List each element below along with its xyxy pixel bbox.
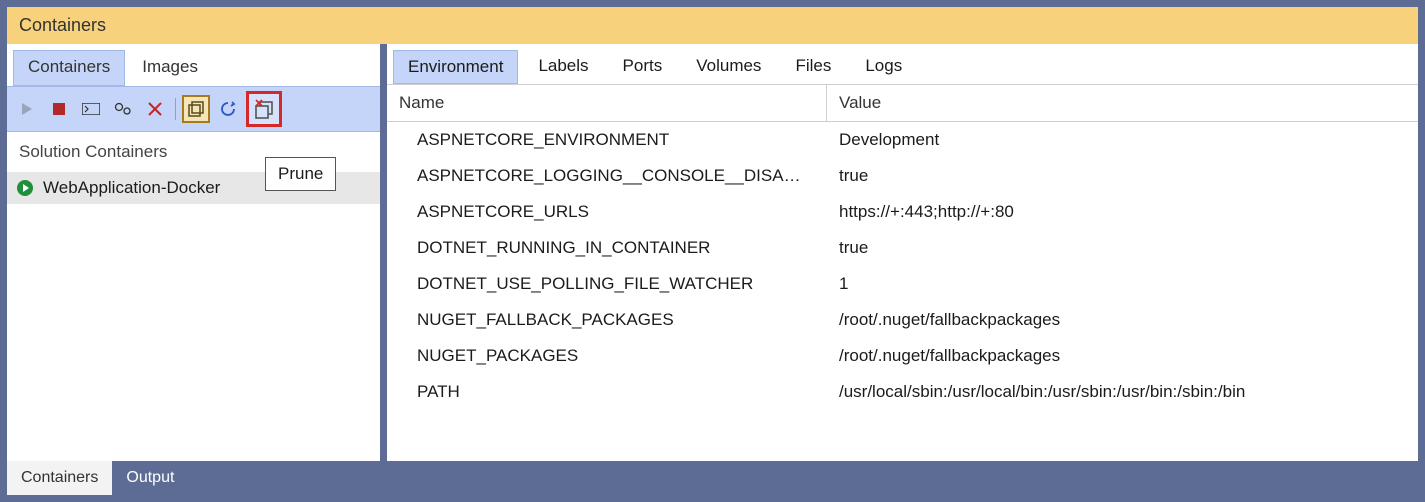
refresh-button[interactable] (214, 95, 242, 123)
env-name: NUGET_PACKAGES (387, 338, 827, 374)
table-row[interactable]: DOTNET_USE_POLLING_FILE_WATCHER1 (387, 266, 1418, 302)
terminal-icon (82, 103, 100, 115)
window-title: Containers (7, 7, 1418, 44)
env-value: /usr/local/sbin:/usr/local/bin:/usr/sbin… (827, 374, 1418, 410)
table-body: ASPNETCORE_ENVIRONMENTDevelopment ASPNET… (387, 122, 1418, 410)
tab-images[interactable]: Images (127, 50, 213, 86)
left-pane: Containers Images (7, 44, 387, 461)
tab-label: Environment (408, 57, 503, 76)
toolbar (7, 86, 380, 132)
stacked-containers-icon (187, 100, 205, 118)
start-button[interactable] (13, 95, 41, 123)
settings-button[interactable] (109, 95, 137, 123)
column-header-value[interactable]: Value (827, 85, 1418, 121)
table-row[interactable]: NUGET_PACKAGES/root/.nuget/fallbackpacka… (387, 338, 1418, 374)
env-name: ASPNETCORE_ENVIRONMENT (387, 122, 827, 158)
tab-label: Labels (538, 56, 588, 75)
remove-button[interactable] (141, 95, 169, 123)
env-value: 1 (827, 266, 1418, 302)
tab-label: Files (795, 56, 831, 75)
env-value: true (827, 158, 1418, 194)
table-row[interactable]: NUGET_FALLBACK_PACKAGES/root/.nuget/fall… (387, 302, 1418, 338)
tab-label: Images (142, 57, 198, 76)
env-value: https://+:443;http://+:80 (827, 194, 1418, 230)
bottom-tab-containers[interactable]: Containers (7, 461, 112, 495)
section-title: Solution Containers (19, 142, 167, 162)
bottom-tabs: Containers Output (7, 461, 1418, 495)
tab-label: Containers (28, 57, 110, 76)
table-row[interactable]: ASPNETCORE_ENVIRONMENTDevelopment (387, 122, 1418, 158)
env-value: true (827, 230, 1418, 266)
tab-files[interactable]: Files (781, 50, 845, 84)
tab-containers[interactable]: Containers (13, 50, 125, 86)
env-name: NUGET_FALLBACK_PACKAGES (387, 302, 827, 338)
stop-button[interactable] (45, 95, 73, 123)
table-row[interactable]: PATH/usr/local/sbin:/usr/local/bin:/usr/… (387, 374, 1418, 410)
stop-icon (53, 103, 65, 115)
play-icon (20, 102, 34, 116)
env-value: /root/.nuget/fallbackpackages (827, 338, 1418, 374)
env-value: /root/.nuget/fallbackpackages (827, 302, 1418, 338)
left-tabs: Containers Images (7, 44, 380, 86)
env-table: Name Value ASPNETCORE_ENVIRONMENTDevelop… (387, 84, 1418, 461)
containers-tool-window: Containers Containers Images (0, 0, 1425, 502)
table-row[interactable]: ASPNETCORE_LOGGING__CONSOLE__DISA…true (387, 158, 1418, 194)
tab-ports[interactable]: Ports (609, 50, 677, 84)
window-title-text: Containers (19, 15, 106, 35)
remove-all-stopped-button[interactable] (182, 95, 210, 123)
tab-label: Containers (21, 469, 98, 487)
prune-tooltip: Prune (265, 157, 336, 191)
tab-label: Output (126, 469, 174, 487)
body: Containers Images (7, 44, 1418, 461)
prune-button[interactable] (246, 91, 282, 127)
table-row[interactable]: ASPNETCORE_URLShttps://+:443;http://+:80 (387, 194, 1418, 230)
table-header: Name Value (387, 85, 1418, 122)
tab-logs[interactable]: Logs (851, 50, 916, 84)
tooltip-text: Prune (278, 164, 323, 183)
refresh-icon (220, 101, 236, 117)
tab-labels[interactable]: Labels (524, 50, 602, 84)
prune-icon (253, 98, 275, 120)
terminal-button[interactable] (77, 95, 105, 123)
env-name: DOTNET_USE_POLLING_FILE_WATCHER (387, 266, 827, 302)
running-icon (17, 180, 33, 196)
tab-environment[interactable]: Environment (393, 50, 518, 84)
env-name: DOTNET_RUNNING_IN_CONTAINER (387, 230, 827, 266)
toolbar-separator (175, 98, 176, 120)
gears-icon (113, 102, 133, 116)
column-header-name[interactable]: Name (387, 85, 827, 121)
bottom-tab-output[interactable]: Output (112, 461, 188, 495)
tab-volumes[interactable]: Volumes (682, 50, 775, 84)
detail-tabs: Environment Labels Ports Volumes Files L… (387, 44, 1418, 84)
tab-label: Volumes (696, 56, 761, 75)
right-pane: Environment Labels Ports Volumes Files L… (387, 44, 1418, 461)
x-icon (148, 102, 162, 116)
env-name: ASPNETCORE_LOGGING__CONSOLE__DISA… (387, 158, 827, 194)
tab-label: Logs (865, 56, 902, 75)
env-name: ASPNETCORE_URLS (387, 194, 827, 230)
env-name: PATH (387, 374, 827, 410)
table-row[interactable]: DOTNET_RUNNING_IN_CONTAINERtrue (387, 230, 1418, 266)
container-item-label: WebApplication-Docker (43, 178, 220, 198)
tab-label: Ports (623, 56, 663, 75)
env-value: Development (827, 122, 1418, 158)
